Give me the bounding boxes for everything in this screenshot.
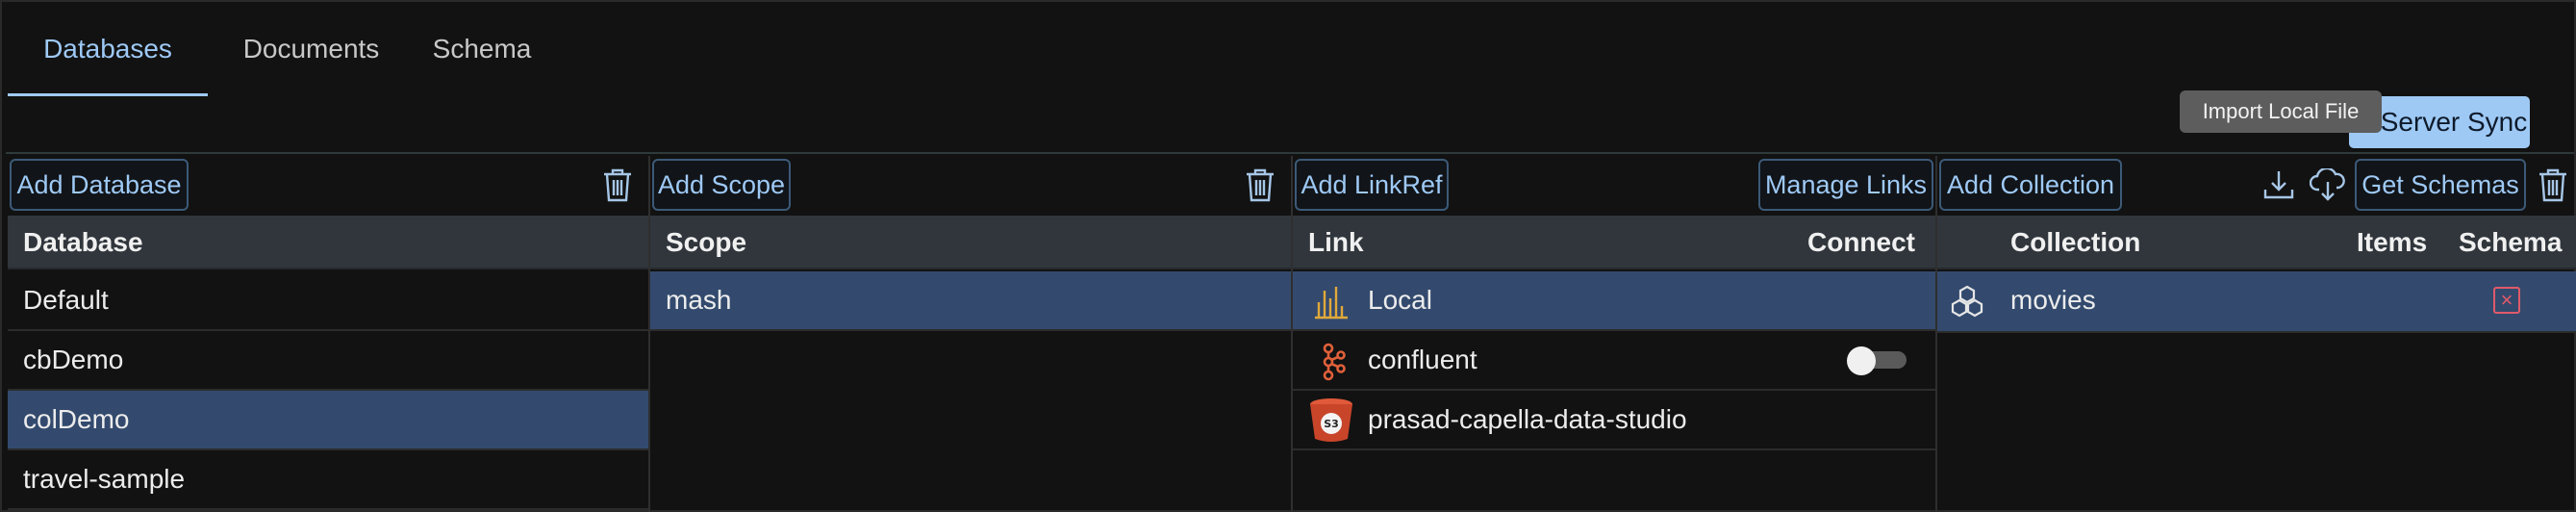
header-schema: Schema bbox=[2459, 227, 2563, 257]
list-item-selected[interactable]: Local bbox=[1293, 271, 1935, 331]
list-item-selected[interactable]: movies × bbox=[1937, 271, 2576, 333]
local-chart-icon bbox=[1312, 283, 1351, 328]
tab-databases[interactable]: Databases bbox=[8, 2, 208, 96]
header-link: Link bbox=[1308, 227, 1364, 257]
trash-icon[interactable] bbox=[596, 164, 639, 206]
trash-icon[interactable] bbox=[1239, 164, 1281, 206]
s3-bucket-icon: S3 bbox=[1308, 397, 1354, 451]
scope-name: mash bbox=[666, 285, 732, 315]
list-item[interactable]: travel-sample bbox=[8, 450, 648, 510]
toggle-knob bbox=[1847, 346, 1876, 375]
cloud-download-icon[interactable] bbox=[2307, 164, 2349, 206]
header-connect: Connect bbox=[1807, 227, 1915, 257]
add-linkref-button[interactable]: Add LinkRef bbox=[1295, 159, 1449, 211]
header-collection: Collection bbox=[2010, 227, 2141, 257]
list-item[interactable]: Default bbox=[8, 271, 648, 331]
link-name: prasad-capella-data-studio bbox=[1368, 404, 1687, 434]
add-scope-button[interactable]: Add Scope bbox=[652, 159, 791, 211]
divider bbox=[6, 152, 2574, 154]
header-database: Database bbox=[23, 227, 143, 257]
databases-panel: Add Database Database Default cbDemo col… bbox=[8, 156, 650, 512]
tab-bar: Databases Documents Schema bbox=[2, 2, 2574, 96]
tab-documents[interactable]: Documents bbox=[208, 2, 415, 96]
links-panel: Add LinkRef Manage Links Link Connect Lo… bbox=[1293, 156, 1937, 512]
manage-links-button[interactable]: Manage Links bbox=[1758, 159, 1933, 211]
trash-icon[interactable] bbox=[2532, 164, 2574, 206]
list-item-selected[interactable]: colDemo bbox=[8, 391, 648, 450]
header-scope: Scope bbox=[666, 227, 747, 257]
connect-toggle[interactable] bbox=[1847, 346, 1907, 375]
svg-text:S3: S3 bbox=[1324, 418, 1339, 430]
get-schemas-button[interactable]: Get Schemas bbox=[2355, 159, 2526, 211]
tab-schema[interactable]: Schema bbox=[430, 2, 534, 96]
collections-column-header: Collection Items Schema bbox=[1937, 216, 2576, 269]
database-name: colDemo bbox=[23, 404, 130, 434]
links-column-header: Link Connect bbox=[1293, 216, 1935, 269]
collections-toolbar: Add Collection Get Schemas bbox=[1937, 156, 2576, 214]
list-item[interactable]: S3 prasad-capella-data-studio bbox=[1293, 391, 1935, 450]
databases-toolbar: Add Database bbox=[8, 156, 648, 214]
import-local-file-tooltip: Import Local File bbox=[2180, 90, 2382, 133]
database-name: Default bbox=[23, 285, 109, 315]
add-collection-button[interactable]: Add Collection bbox=[1939, 159, 2122, 211]
list-item[interactable]: cbDemo bbox=[8, 331, 648, 391]
database-name: travel-sample bbox=[23, 464, 186, 494]
add-database-button[interactable]: Add Database bbox=[10, 159, 189, 211]
databases-column-header: Database bbox=[8, 216, 648, 269]
database-name: cbDemo bbox=[23, 345, 124, 374]
collection-name: movies bbox=[2010, 285, 2096, 315]
link-name: confluent bbox=[1368, 345, 1477, 374]
list-item-selected[interactable]: mash bbox=[650, 271, 1291, 331]
no-schema-icon[interactable]: × bbox=[2493, 287, 2520, 314]
collections-panel: Add Collection Get Schemas Collection It… bbox=[1937, 156, 2576, 512]
header-items: Items bbox=[2357, 227, 2428, 257]
app-window: Databases Documents Schema Server Sync I… bbox=[0, 0, 2576, 512]
collection-icon bbox=[1951, 285, 1983, 324]
list-item[interactable]: confluent bbox=[1293, 331, 1935, 391]
link-name: Local bbox=[1368, 285, 1432, 315]
scopes-panel: Add Scope Scope mash bbox=[650, 156, 1293, 512]
links-toolbar: Add LinkRef Manage Links bbox=[1293, 156, 1935, 214]
import-local-file-icon[interactable] bbox=[2258, 164, 2300, 206]
kafka-icon bbox=[1318, 343, 1347, 388]
scopes-column-header: Scope bbox=[650, 216, 1291, 269]
scopes-toolbar: Add Scope bbox=[650, 156, 1291, 214]
